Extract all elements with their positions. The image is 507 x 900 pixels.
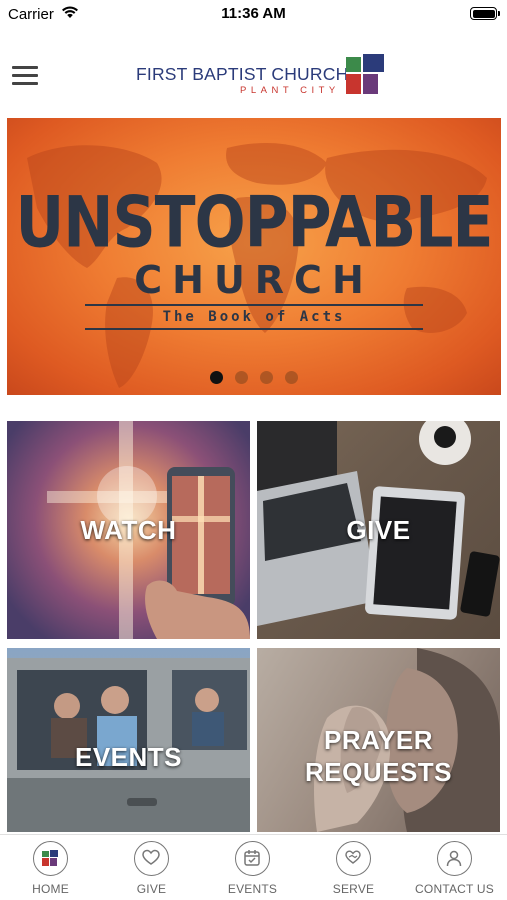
logo-subtitle: PLANT CITY bbox=[240, 85, 340, 96]
carousel-dot-3[interactable] bbox=[260, 371, 273, 384]
events-label: EVENTS bbox=[74, 742, 183, 772]
hero-subtitle: CHURCH bbox=[134, 258, 374, 302]
tab-home[interactable]: HOME bbox=[0, 841, 101, 896]
carousel-dot-4[interactable] bbox=[285, 371, 298, 384]
give-tile[interactable]: GIVE bbox=[257, 421, 500, 639]
handshake-heart-icon bbox=[336, 841, 371, 876]
prayer-requests-tile[interactable]: PRAYER REQUESTS bbox=[257, 648, 500, 832]
calendar-icon bbox=[235, 841, 270, 876]
tab-contact-us-label: CONTACT US bbox=[415, 882, 494, 896]
prayer-label-line2: REQUESTS bbox=[304, 757, 453, 787]
tab-home-label: HOME bbox=[32, 882, 69, 896]
tab-give[interactable]: GIVE bbox=[101, 841, 202, 896]
tab-give-label: GIVE bbox=[136, 882, 167, 896]
hero-title: UNSTOPPABLE bbox=[15, 181, 494, 265]
heart-icon bbox=[134, 841, 169, 876]
battery-icon bbox=[470, 7, 500, 20]
watch-tile[interactable]: WATCH bbox=[7, 421, 250, 639]
church-logo-icon bbox=[33, 841, 68, 876]
hero-banner[interactable]: UNSTOPPABLE CHURCH The Book of Acts bbox=[7, 118, 501, 395]
events-tile-image bbox=[7, 658, 250, 832]
tab-serve-label: SERVE bbox=[332, 882, 375, 896]
cross-logo-icon bbox=[346, 54, 384, 94]
events-tile[interactable]: EVENTS bbox=[7, 648, 250, 832]
logo-title: FIRST BAPTIST CHURCH bbox=[136, 64, 349, 84]
give-label: GIVE bbox=[346, 515, 411, 545]
prayer-label-line1: PRAYER bbox=[324, 725, 433, 755]
app-header: FIRST BAPTIST CHURCH PLANT CITY bbox=[0, 30, 507, 118]
carousel-dot-2[interactable] bbox=[235, 371, 248, 384]
tab-serve[interactable]: SERVE bbox=[303, 841, 404, 896]
bottom-tab-bar: HOME GIVE EVENTS SERVE CONTACT US bbox=[0, 834, 507, 900]
tab-events-label: EVENTS bbox=[227, 882, 278, 896]
carousel-pagination bbox=[7, 371, 501, 384]
hero-divider-top bbox=[85, 304, 423, 306]
hero-caption: The Book of Acts bbox=[162, 309, 346, 325]
tab-contact-us[interactable]: CONTACT US bbox=[404, 841, 505, 896]
church-logo[interactable]: FIRST BAPTIST CHURCH PLANT CITY bbox=[136, 54, 386, 98]
watch-label: WATCH bbox=[80, 515, 177, 545]
tab-events[interactable]: EVENTS bbox=[202, 841, 303, 896]
status-bar: Carrier 11:36 AM bbox=[0, 0, 507, 30]
carousel-dot-1[interactable] bbox=[210, 371, 223, 384]
hero-divider-bottom bbox=[85, 328, 423, 330]
status-time: 11:36 AM bbox=[221, 5, 286, 22]
person-icon bbox=[437, 841, 472, 876]
hamburger-menu-icon[interactable] bbox=[12, 66, 38, 86]
